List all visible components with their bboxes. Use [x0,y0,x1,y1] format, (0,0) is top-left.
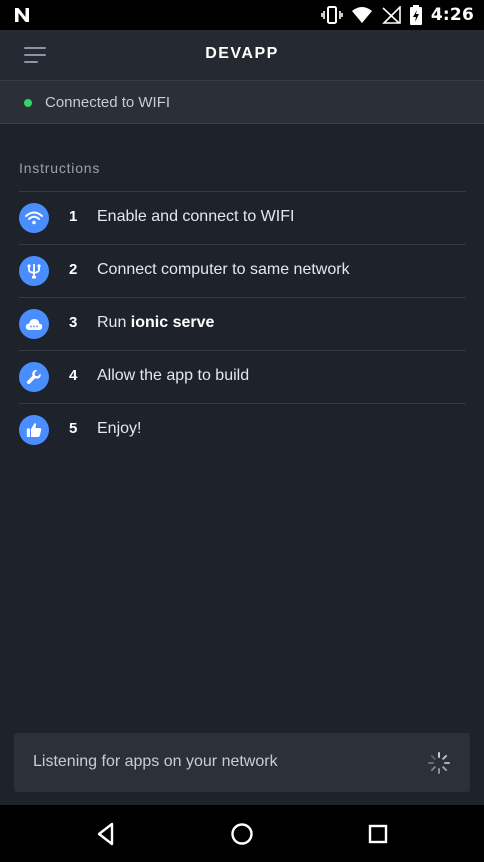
instruction-item: 1 Enable and connect to WIFI [19,191,466,244]
step-text: Run ionic serve [97,314,214,332]
status-icons: 4:26 [321,4,474,26]
app-title: DEVAPP [205,45,279,62]
listening-text: Listening for apps on your network [33,753,278,770]
step-number: 1 [69,208,78,225]
wrench-icon [19,362,49,392]
step-number: 4 [69,367,78,384]
step-number: 5 [69,420,78,437]
listening-panel: Listening for apps on your network [14,733,470,792]
step-text-prefix: Run [97,314,131,331]
system-nav-bar [0,805,484,862]
no-signal-icon [381,6,401,24]
network-icon [19,256,49,286]
cloud-icon [19,309,49,339]
step-text-command: ionic serve [130,314,215,331]
step-text: Connect computer to same network [97,261,350,278]
vibrate-icon [321,6,343,24]
step-number: 2 [69,261,78,278]
step-number: 3 [69,314,78,331]
back-icon[interactable] [93,821,119,847]
instruction-item: 2 Connect computer to same network [19,244,466,297]
step-text: Allow the app to build [97,367,250,384]
status-bar: 4:26 [0,0,484,30]
instruction-item: 4 Allow the app to build [19,350,466,403]
wifi-icon [351,7,372,23]
app-header: DEVAPP [0,30,484,80]
n-notification-icon [15,8,29,22]
step-text: Enjoy! [97,420,142,437]
instruction-item: 3 Run ionic serve [19,297,466,350]
thumbs-up-icon [19,415,49,445]
connection-status-text: Connected to WIFI [45,94,171,111]
connection-status-bar: Connected to WIFI [0,80,484,124]
instructions-heading: Instructions [19,160,101,176]
battery-charging-icon [409,5,422,25]
step-text: Enable and connect to WIFI [97,208,295,225]
instructions-list: 1 Enable and connect to WIFI 2 Connect c… [19,191,466,456]
wifi-icon [19,203,49,233]
home-icon[interactable] [229,821,255,847]
recents-icon[interactable] [365,821,391,847]
clock-time: 4:26 [430,5,474,25]
loading-spinner-icon [428,752,450,774]
instruction-item: 5 Enjoy! [19,403,466,456]
connected-dot-icon [24,99,32,107]
